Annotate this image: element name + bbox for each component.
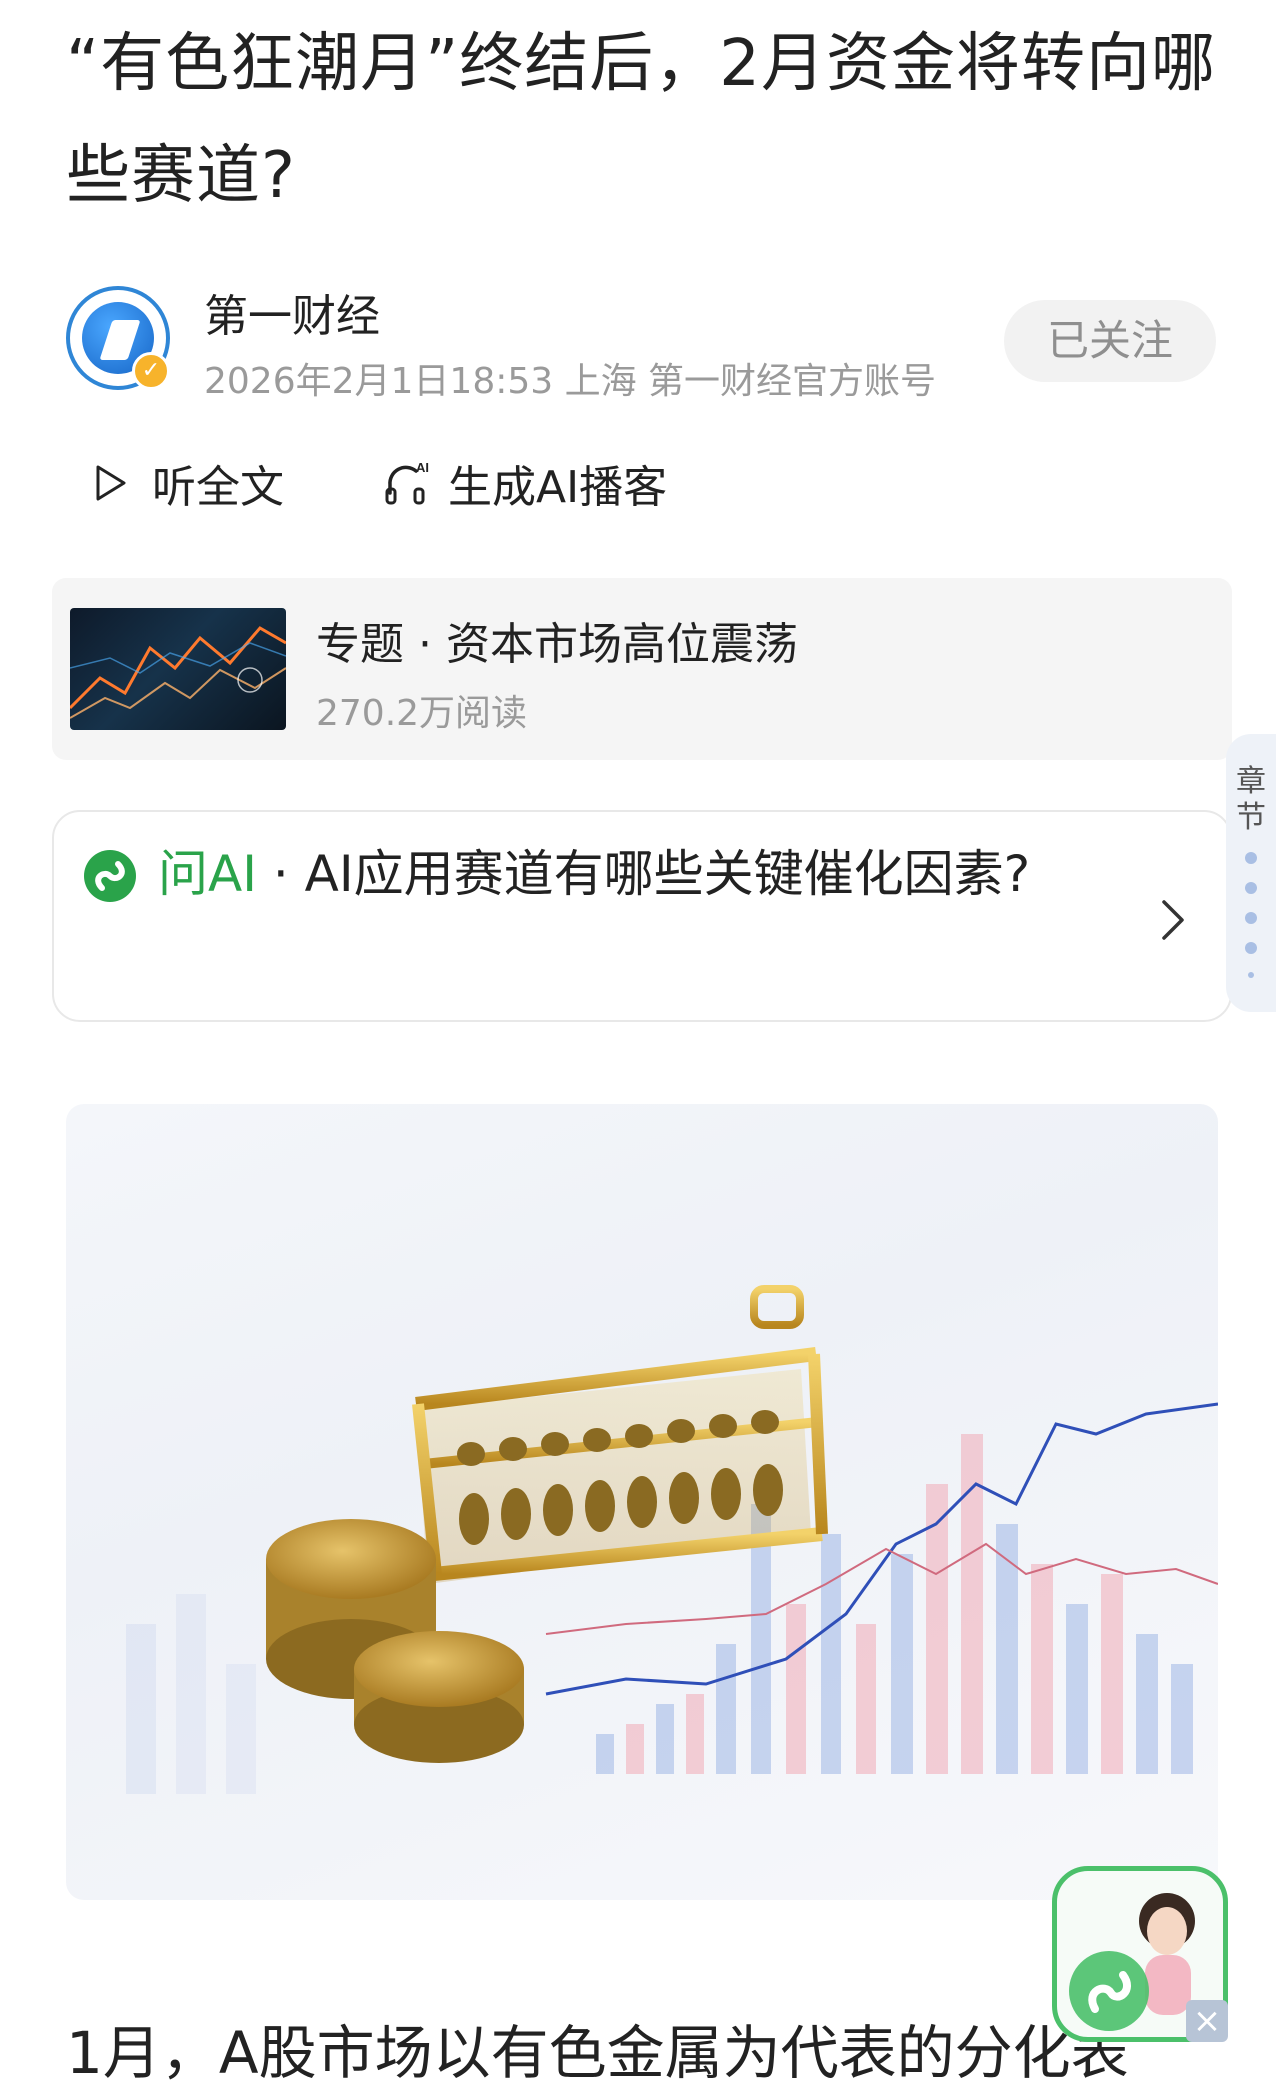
chapter-label: 章节	[1236, 764, 1266, 835]
article-hero-image[interactable]	[66, 1104, 1218, 1900]
listen-full-label: 听全文	[152, 462, 284, 513]
ask-ai-question: AI应用赛道有哪些关键催化因素?	[304, 845, 1031, 903]
article-body-first-line: 1月，A股市场以有色金属为代表的分化表	[66, 2019, 1129, 2087]
topic-thumbnail	[70, 608, 286, 730]
ask-ai-separator: ·	[256, 845, 305, 903]
follow-button[interactable]: 已关注	[1004, 300, 1216, 382]
chevron-right-icon	[1162, 900, 1184, 940]
author-meta: 2026年2月1日18:53 上海 第一财经官方账号	[204, 361, 937, 402]
author-avatar[interactable]: ✓	[66, 286, 170, 390]
topic-title: 专题 · 资本市场高位震荡	[316, 619, 798, 670]
author-name[interactable]: 第一财经	[204, 280, 380, 344]
listen-full-button[interactable]: 听全文	[94, 450, 284, 516]
ask-ai-logo-icon	[84, 850, 136, 902]
verified-badge-icon: ✓	[132, 352, 170, 390]
topic-card[interactable]: 专题 · 资本市场高位震荡 270.2万阅读	[52, 578, 1232, 760]
chapter-dots	[1245, 852, 1257, 996]
ask-ai-text: 问AI · AI应用赛道有哪些关键催化因素?	[158, 834, 1118, 914]
generate-ai-podcast-button[interactable]: AI 生成AI播客	[382, 450, 667, 516]
chapter-side-tab[interactable]: 章节	[1226, 734, 1276, 1012]
play-icon	[96, 465, 126, 501]
topic-read-count: 270.2万阅读	[316, 693, 528, 734]
ask-ai-card[interactable]: 问AI · AI应用赛道有哪些关键催化因素?	[52, 810, 1232, 1022]
podcast-ai-badge: AI	[416, 460, 429, 475]
ask-ai-label: 问AI	[158, 845, 257, 903]
headphone-ai-icon: AI	[385, 460, 429, 505]
assistant-close-icon[interactable]: ×	[1186, 2000, 1228, 2042]
article-title: “有色狂潮月”终结后，2月资金将转向哪些赛道?	[66, 27, 1217, 213]
generate-ai-podcast-label: 生成AI播客	[448, 462, 668, 513]
